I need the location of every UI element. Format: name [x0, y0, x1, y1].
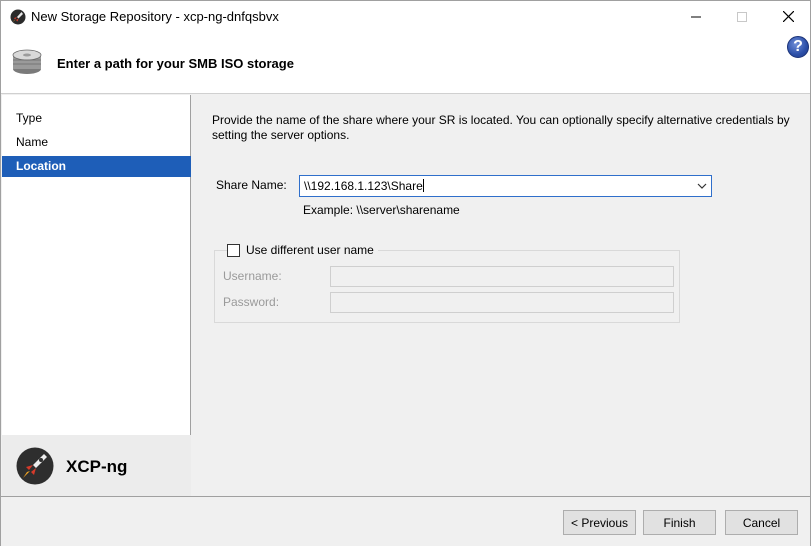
maximize-button[interactable] — [719, 1, 765, 32]
share-name-example: Example: \\server\sharename — [303, 203, 460, 217]
password-field[interactable] — [330, 292, 674, 313]
wizard-footer: < Previous Finish Cancel — [1, 496, 810, 546]
share-name-value: \\192.168.1.123\Share — [304, 179, 424, 193]
sidebar-item-location[interactable]: Location — [2, 156, 191, 177]
close-button[interactable] — [765, 1, 811, 32]
share-name-combobox[interactable]: \\192.168.1.123\Share — [299, 175, 712, 197]
username-field[interactable] — [330, 266, 674, 287]
minimize-button[interactable] — [673, 1, 719, 32]
brand-name: XCP-ng — [66, 457, 128, 476]
use-different-user-checkbox[interactable] — [227, 243, 240, 257]
help-icon[interactable]: ? — [787, 36, 809, 58]
previous-button[interactable]: < Previous — [563, 510, 636, 535]
use-different-user-label[interactable]: Use different user name — [246, 243, 374, 257]
sidebar-item-type[interactable]: Type — [2, 108, 191, 129]
password-label: Password: — [223, 295, 280, 309]
minimize-icon — [691, 16, 701, 17]
wizard-content: Provide the name of the share where your… — [192, 95, 810, 496]
credentials-checkbox-row[interactable]: Use different user name — [227, 243, 378, 257]
share-name-label: Share Name: — [216, 178, 287, 192]
sidebar-item-name[interactable]: Name — [2, 132, 191, 153]
brand-logo-area: XCP-ng — [2, 435, 191, 496]
page-title: Enter a path for your SMB ISO storage — [57, 56, 294, 71]
finish-button[interactable]: Finish — [643, 510, 716, 535]
credentials-group: Use different user name Username: Passwo… — [214, 243, 680, 323]
title-bar: New Storage Repository - xcp-ng-dnfqsbvx — [1, 1, 810, 32]
username-label: Username: — [223, 269, 282, 283]
xcp-ng-rocket-icon — [10, 9, 26, 25]
cancel-button[interactable]: Cancel — [725, 510, 798, 535]
wizard-header: Enter a path for your SMB ISO storage ? — [1, 32, 810, 94]
close-icon — [782, 11, 794, 22]
storage-disk-icon — [12, 49, 42, 74]
maximize-icon — [737, 11, 747, 22]
wizard-window: New Storage Repository - xcp-ng-dnfqsbvx… — [0, 0, 811, 546]
wizard-steps-sidebar: Type Name Location XCP-ng — [2, 95, 191, 496]
window-title: New Storage Repository - xcp-ng-dnfqsbvx — [31, 9, 279, 24]
chevron-down-icon[interactable] — [697, 182, 707, 190]
xcp-ng-logo-icon — [16, 447, 54, 485]
instructions-text: Provide the name of the share where your… — [212, 113, 790, 142]
